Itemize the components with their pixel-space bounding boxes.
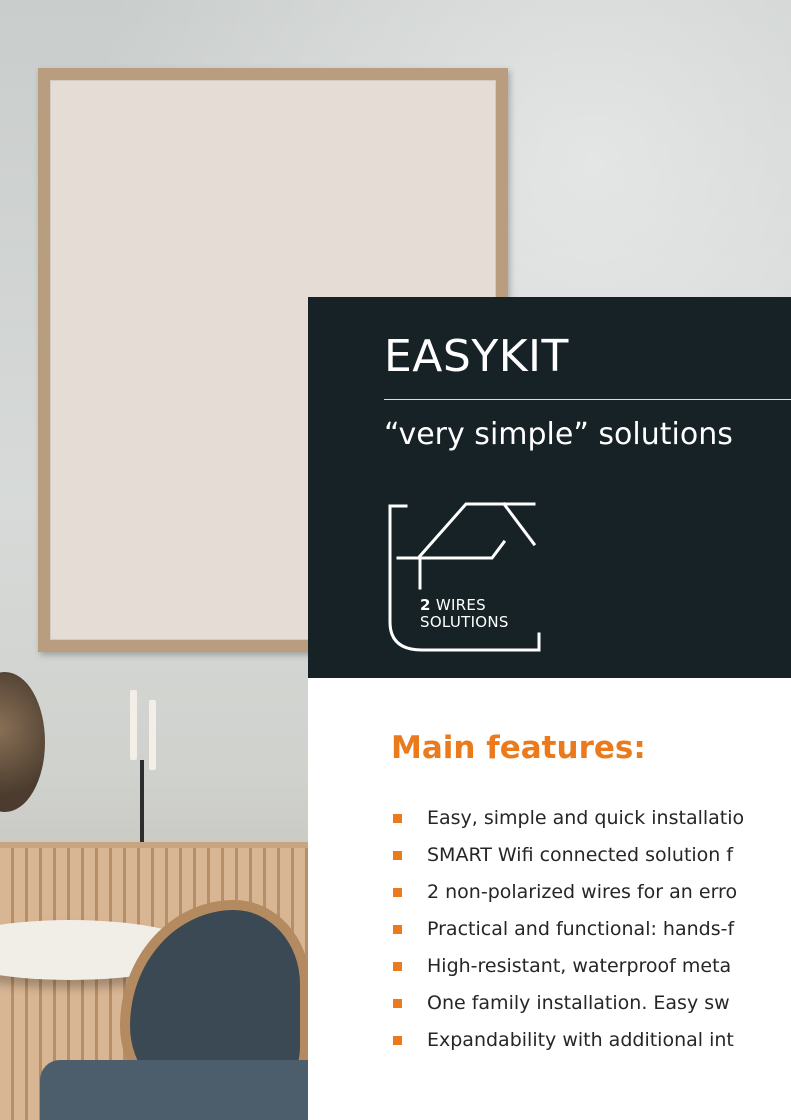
product-subtitle: “very simple” solutions [384, 417, 733, 452]
features-list: Easy, simple and quick installatio SMART… [390, 806, 744, 1065]
square-bullet-icon [393, 962, 402, 971]
square-bullet-icon [393, 925, 402, 934]
feature-text: Practical and functional: hands-f [427, 918, 735, 940]
feature-text: 2 non-polarized wires for an erro [427, 881, 738, 903]
list-item: Easy, simple and quick installatio [390, 806, 744, 843]
list-item: 2 non-polarized wires for an erro [390, 880, 744, 917]
square-bullet-icon [393, 999, 402, 1008]
list-item: High-resistant, waterproof meta [390, 954, 744, 991]
list-item: Expandability with additional int [390, 1028, 744, 1065]
chair-seat [40, 1060, 340, 1120]
feature-text: SMART Wifi connected solution f [427, 844, 734, 866]
features-heading: Main features: [391, 730, 646, 766]
candle-stand [140, 760, 144, 845]
two-wires-badge: 2 WIRES SOLUTIONS [386, 502, 546, 657]
feature-text: One family installation. Easy sw [427, 992, 730, 1014]
square-bullet-icon [393, 888, 402, 897]
candle [149, 700, 156, 770]
list-item: One family installation. Easy sw [390, 991, 744, 1028]
product-panel: EASYKIT “very simple” solutions 2 WIRES … [308, 297, 791, 678]
title-divider [384, 399, 791, 400]
list-item: Practical and functional: hands-f [390, 917, 744, 954]
badge-line1: WIRES [435, 596, 487, 614]
square-bullet-icon [393, 851, 402, 860]
square-bullet-icon [393, 814, 402, 823]
badge-line2: SOLUTIONS [420, 613, 509, 631]
feature-text: Easy, simple and quick installatio [427, 807, 745, 829]
square-bullet-icon [393, 1036, 402, 1045]
feature-text: Expandability with additional int [427, 1029, 734, 1051]
product-title: EASYKIT [384, 331, 569, 382]
feature-text: High-resistant, waterproof meta [427, 955, 732, 977]
house-outline-icon [388, 502, 541, 652]
features-section: Main features: Easy, simple and quick in… [308, 678, 791, 1120]
candle [130, 690, 137, 760]
list-item: SMART Wifi connected solution f [390, 843, 744, 880]
badge-label: 2 WIRES SOLUTIONS [420, 597, 509, 631]
badge-number: 2 [420, 596, 431, 614]
